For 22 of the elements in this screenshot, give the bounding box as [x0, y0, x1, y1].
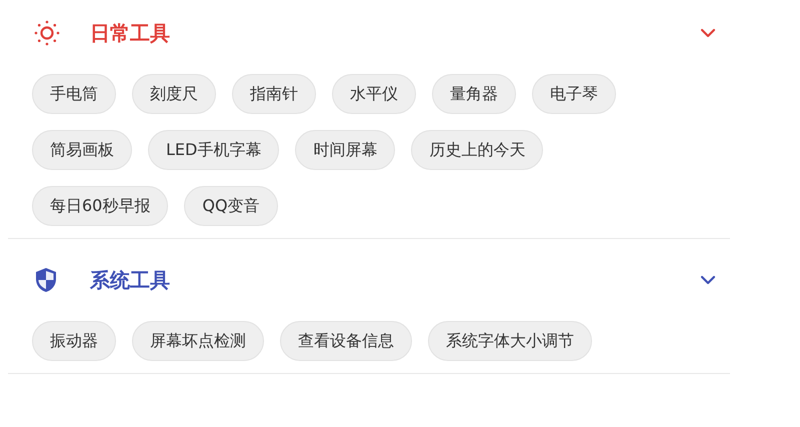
chevron-down-icon[interactable]	[700, 275, 716, 285]
tool-chip[interactable]: 每日60秒早报	[32, 186, 168, 226]
tool-chip[interactable]: 历史上的今天	[411, 130, 544, 170]
tool-chip[interactable]: 指南针	[232, 74, 316, 114]
tool-chip[interactable]: 手电筒	[32, 74, 116, 114]
tool-chip[interactable]: 屏幕坏点检测	[132, 321, 264, 361]
section-title: 日常工具	[90, 20, 170, 47]
tool-chip[interactable]: 简易画板	[32, 130, 132, 170]
tool-chip[interactable]: 刻度尺	[132, 74, 216, 114]
tool-chip[interactable]: 时间屏幕	[295, 130, 396, 170]
tool-chip[interactable]: 水平仪	[332, 74, 416, 114]
section-title: 系统工具	[90, 267, 170, 294]
shield-icon	[34, 267, 58, 293]
tool-chip[interactable]: 电子琴	[532, 74, 616, 114]
tool-chip[interactable]: 量角器	[432, 74, 516, 114]
tool-chip[interactable]: 查看设备信息	[280, 321, 412, 361]
tool-chip[interactable]: QQ变音	[184, 186, 278, 226]
chevron-down-icon[interactable]	[700, 28, 716, 38]
tool-chip[interactable]: 系统字体大小调节	[428, 321, 592, 361]
sun-icon	[34, 20, 60, 46]
tool-chip[interactable]: 振动器	[32, 321, 116, 361]
tool-chip[interactable]: LED手机字幕	[148, 130, 280, 170]
